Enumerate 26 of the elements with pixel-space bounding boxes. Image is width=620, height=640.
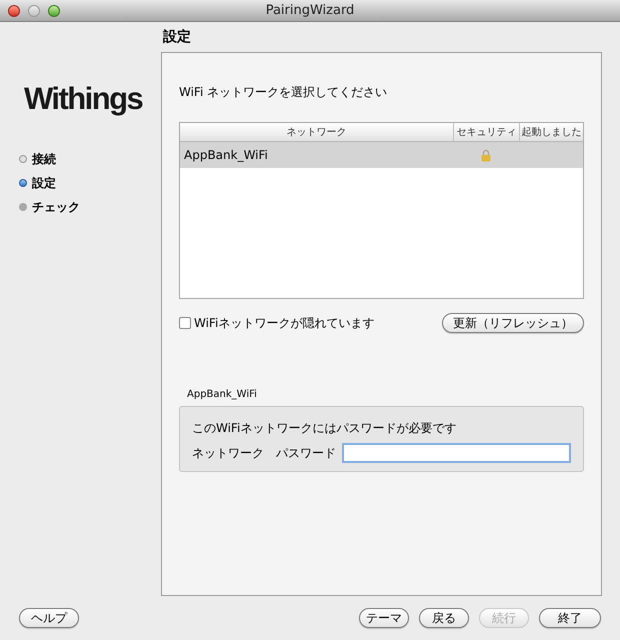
step-label: チェック <box>32 199 80 216</box>
checkbox[interactable] <box>179 317 191 329</box>
push-button[interactable]: 更新（リフレッシュ） <box>442 313 584 333</box>
checkbox-label: WiFiネットワークが隠れています <box>194 315 374 332</box>
table-cell-text: AppBank_WiFi <box>183 147 269 164</box>
password-field[interactable] <box>342 443 571 463</box>
page-title: 設定 <box>162 28 192 46</box>
column-header[interactable]: 起動しました <box>519 123 583 141</box>
zoom-icon[interactable] <box>48 4 60 16</box>
push-button[interactable]: 戻る <box>419 608 469 628</box>
push-button[interactable]: テーマ <box>359 608 409 628</box>
step-label: 接続 <box>32 151 56 168</box>
logo: Withings <box>24 80 142 118</box>
password-message: このWiFiネットワークにはパスワードが必要です <box>192 420 458 437</box>
minimize-icon[interactable] <box>28 4 40 16</box>
group-title: AppBank_WiFi <box>187 388 258 402</box>
window-title: PairingWizard <box>266 2 354 20</box>
instruction-text: WiFi ネットワークを選択してください <box>179 84 388 101</box>
column-header[interactable]: セキュリティ <box>453 123 519 141</box>
column-header[interactable]: ネットワーク <box>180 123 453 141</box>
close-icon[interactable] <box>8 4 20 16</box>
password-label: ネットワーク パスワード <box>192 445 336 462</box>
push-button[interactable]: ヘルプ <box>19 608 79 628</box>
push-button[interactable]: 終了 <box>539 608 601 628</box>
table-row[interactable]: AppBank_WiFi <box>180 142 583 168</box>
step-label: 設定 <box>32 175 56 192</box>
